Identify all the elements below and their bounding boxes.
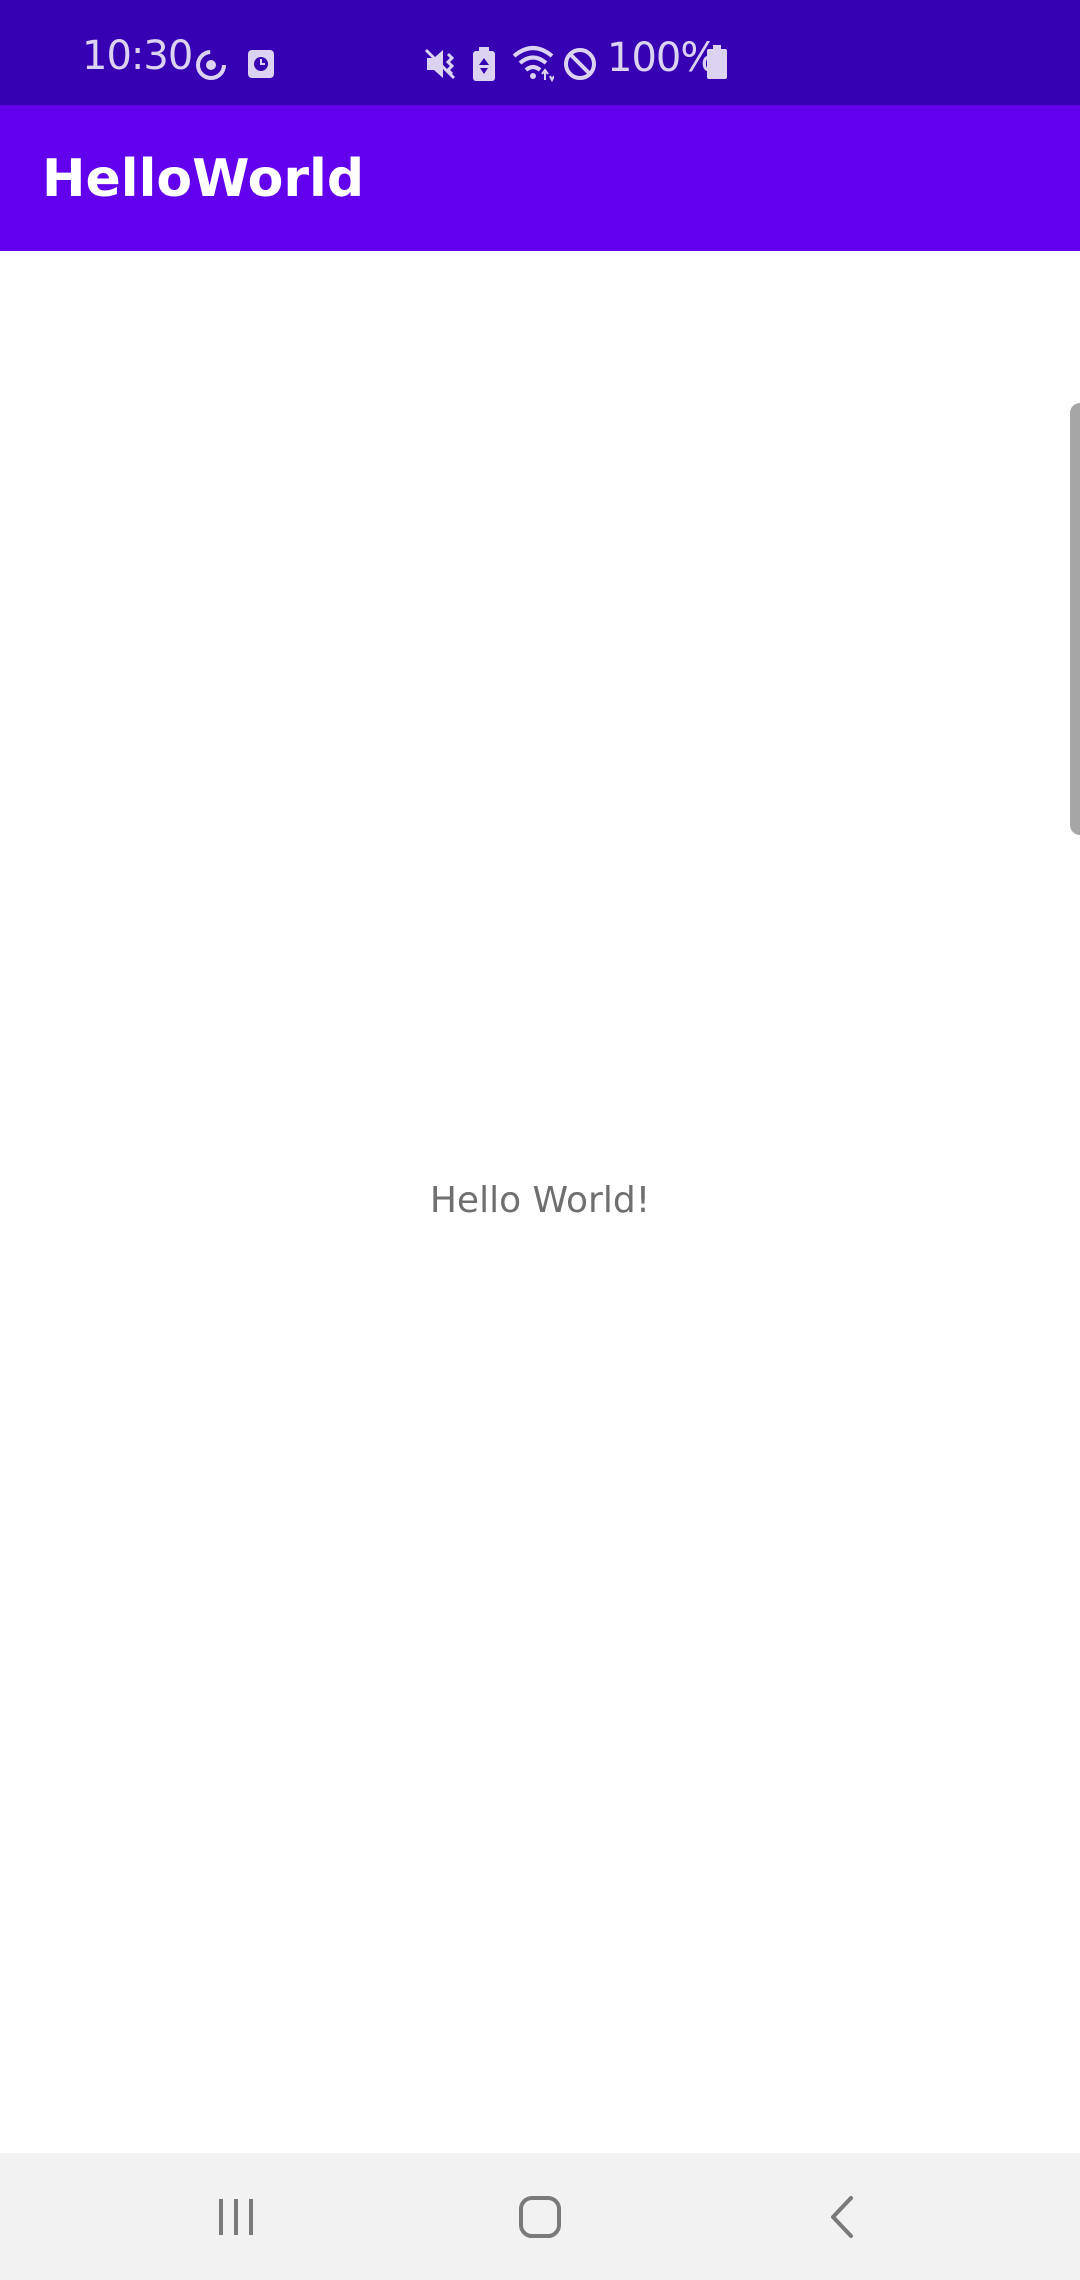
hello-world-text: Hello World! xyxy=(429,1180,651,1221)
vibrate-mute-icon xyxy=(424,48,456,80)
recent-apps-icon xyxy=(219,2198,253,2235)
back-icon xyxy=(831,2195,853,2238)
app-bar: HelloWorld xyxy=(0,105,1080,251)
main-content: Hello World! xyxy=(0,251,1080,2153)
app-title: HelloWorld xyxy=(42,149,365,209)
home-icon xyxy=(519,2195,561,2238)
sync-icon xyxy=(196,50,226,80)
recent-apps-button[interactable] xyxy=(136,2153,336,2280)
battery-saver-icon xyxy=(473,47,495,81)
back-button[interactable] xyxy=(742,2153,942,2280)
home-button[interactable] xyxy=(440,2153,640,2280)
wifi-icon xyxy=(512,46,554,82)
battery-icon xyxy=(707,45,727,79)
battery-percentage: 100% xyxy=(607,35,718,81)
navigation-bar xyxy=(0,2153,1080,2280)
app-screen: 10:30 100% HelloWorld Hello World! xyxy=(0,0,1080,2280)
edge-panel-handle[interactable] xyxy=(1070,403,1080,835)
do-not-disturb-icon xyxy=(564,48,596,80)
status-bar: 10:30 100% xyxy=(0,0,1080,105)
screen-record-icon xyxy=(248,50,274,78)
status-time: 10:30 xyxy=(82,33,193,79)
